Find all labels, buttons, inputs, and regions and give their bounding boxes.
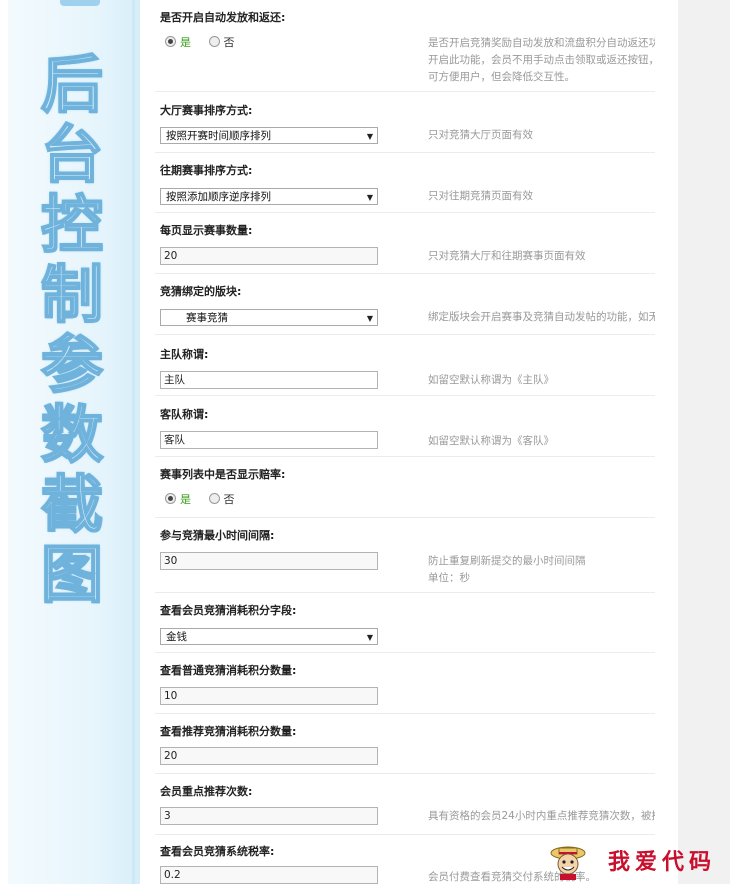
select-value: 按照开赛时间顺序排列 <box>166 130 271 142</box>
help-line: 单位：秒 <box>428 572 470 584</box>
away-name-input[interactable]: 客队 <box>160 431 378 449</box>
setting-row-per-page: 每页显示赛事数量: 20 只对竞猜大厅和往期赛事页面有效 <box>155 213 655 274</box>
tax-rate-input[interactable]: 0.2 <box>160 866 378 884</box>
select-arrow-icon: ▼ <box>366 633 373 642</box>
setting-help: 如留空默认称谓为《客队》 <box>428 435 554 447</box>
setting-label: 赛事列表中是否显示赔率: <box>160 468 286 481</box>
radio-label-yes[interactable]: 是 <box>180 493 191 506</box>
setting-row-away-name: 客队称谓: 客队 如留空默认称谓为《客队》 <box>155 396 655 457</box>
setting-help: 只对竞猜大厅页面有效 <box>428 129 533 141</box>
setting-row-recommend-times: 会员重点推荐次数: 3 具有资格的会员24小时内重点推荐竞猜次数，被推 <box>155 774 655 835</box>
radio-label-yes[interactable]: 是 <box>180 36 191 49</box>
panel-divider <box>132 0 135 884</box>
help-line: 防止重复刷新提交的最小时间间隔 <box>428 555 586 567</box>
setting-label: 竞猜绑定的版块: <box>160 285 242 298</box>
radio-icon[interactable] <box>208 493 220 504</box>
auto-reward-radio-group: 是 否 <box>165 34 249 50</box>
setting-label: 查看推荐竞猜消耗积分数量: <box>160 725 297 738</box>
setting-help: 绑定版块会开启赛事及竞猜自动发帖的功能，如无需 <box>428 311 655 323</box>
bound-forum-select[interactable]: 赛事竞猜 ▼ <box>160 309 378 326</box>
side-title-char: 台 <box>40 118 104 191</box>
setting-label: 每页显示赛事数量: <box>160 224 253 237</box>
radio-label-no[interactable]: 否 <box>224 493 235 506</box>
help-line: 可方便用户，但会降低交互性。 <box>428 71 575 83</box>
setting-row-home-name: 主队称谓: 主队 如留空默认称谓为《主队》 <box>155 335 655 396</box>
select-value: 金钱 <box>166 631 187 643</box>
help-line: 是否开启竞猜奖励自动发放和流盘积分自动返还功能 <box>428 37 655 49</box>
per-page-input[interactable]: 20 <box>160 247 378 265</box>
setting-row-recommend-cost: 查看推荐竞猜消耗积分数量: 20 <box>155 714 655 774</box>
side-title-char: 图 <box>40 538 104 611</box>
recommend-times-input[interactable]: 3 <box>160 807 378 825</box>
side-title-char: 后 <box>40 48 104 121</box>
hall-sort-select[interactable]: 按照开赛时间顺序排列 ▼ <box>160 127 378 144</box>
title-top-stub <box>60 0 100 6</box>
setting-label: 会员重点推荐次数: <box>160 785 253 798</box>
radio-icon[interactable] <box>208 36 220 47</box>
cost-field-select[interactable]: 金钱 ▼ <box>160 628 378 645</box>
setting-label: 主队称谓: <box>160 348 209 361</box>
setting-row-show-odds: 赛事列表中是否显示赔率: 是 否 <box>155 457 655 518</box>
setting-row-past-sort: 往期赛事排序方式: 按照添加顺序逆序排列 ▼ 只对往期竞猜页面有效 <box>155 153 655 213</box>
setting-help: 如留空默认称谓为《主队》 <box>428 374 554 386</box>
side-title-char: 控 <box>40 188 104 261</box>
radio-icon[interactable] <box>165 36 176 47</box>
setting-row-hall-sort: 大厅赛事排序方式: 按照开赛时间顺序排列 ▼ 只对竞猜大厅页面有效 <box>155 92 655 153</box>
select-arrow-icon: ▼ <box>366 132 373 141</box>
setting-label: 参与竞猜最小时间间隔: <box>160 529 275 542</box>
side-title: 后 台 控 制 参 数 截 图 <box>36 48 108 611</box>
select-value: 赛事竞猜 <box>186 312 228 324</box>
setting-label: 查看普通竞猜消耗积分数量: <box>160 664 297 677</box>
past-sort-select[interactable]: 按照添加顺序逆序排列 ▼ <box>160 188 378 205</box>
home-name-input[interactable]: 主队 <box>160 371 378 389</box>
panel-edge <box>0 0 8 884</box>
setting-row-min-interval: 参与竞猜最小时间间隔: 30 防止重复刷新提交的最小时间间隔 单位：秒 <box>155 518 655 593</box>
side-title-char: 制 <box>40 258 104 331</box>
mascot-avatar-icon <box>550 846 586 880</box>
setting-label: 客队称谓: <box>160 408 209 421</box>
setting-label: 查看会员竞猜系统税率: <box>160 845 275 858</box>
setting-label: 大厅赛事排序方式: <box>160 104 253 117</box>
setting-help: 是否开启竞猜奖励自动发放和流盘积分自动返还功能 开启此功能，会员不用手动点击领取… <box>428 35 655 86</box>
recommend-cost-input[interactable]: 20 <box>160 747 378 765</box>
side-title-char: 数 <box>40 398 104 471</box>
setting-help: 只对往期竞猜页面有效 <box>428 190 533 202</box>
show-odds-radio-group: 是 否 <box>165 491 249 507</box>
setting-help: 只对竞猜大厅和往期赛事页面有效 <box>428 250 586 262</box>
watermark-text: 我爱代码 <box>607 849 716 875</box>
normal-cost-input[interactable]: 10 <box>160 687 378 705</box>
left-decoration-panel: 后 台 控 制 参 数 截 图 <box>0 0 140 884</box>
right-gutter <box>678 0 730 884</box>
select-arrow-icon: ▼ <box>366 314 373 323</box>
side-title-char: 参 <box>40 328 104 401</box>
setting-row-bound-forum: 竞猜绑定的版块: 赛事竞猜 ▼ 绑定版块会开启赛事及竞猜自动发帖的功能，如无需 <box>155 274 655 335</box>
setting-row-cost-field: 查看会员竞猜消耗积分字段: 金钱 ▼ <box>155 593 655 653</box>
select-arrow-icon: ▼ <box>366 193 373 202</box>
setting-label: 查看会员竞猜消耗积分字段: <box>160 604 297 617</box>
setting-label: 是否开启自动发放和返还: <box>160 11 286 24</box>
setting-row-auto-reward: 是否开启自动发放和返还: 是 否 是否开启竞猜奖励自动发放和流盘积分自动返还功能… <box>155 0 655 92</box>
setting-label: 往期赛事排序方式: <box>160 164 253 177</box>
select-value: 按照添加顺序逆序排列 <box>166 191 271 203</box>
min-interval-input[interactable]: 30 <box>160 552 378 570</box>
radio-label-no[interactable]: 否 <box>224 36 235 49</box>
help-line: 开启此功能，会员不用手动点击领取或返还按钮，这样 <box>428 54 655 66</box>
setting-help: 防止重复刷新提交的最小时间间隔 单位：秒 <box>428 553 655 587</box>
side-title-char: 截 <box>40 468 104 541</box>
radio-icon[interactable] <box>165 493 176 504</box>
setting-help: 具有资格的会员24小时内重点推荐竞猜次数，被推 <box>428 810 655 822</box>
setting-row-normal-cost: 查看普通竞猜消耗积分数量: 10 <box>155 653 655 714</box>
